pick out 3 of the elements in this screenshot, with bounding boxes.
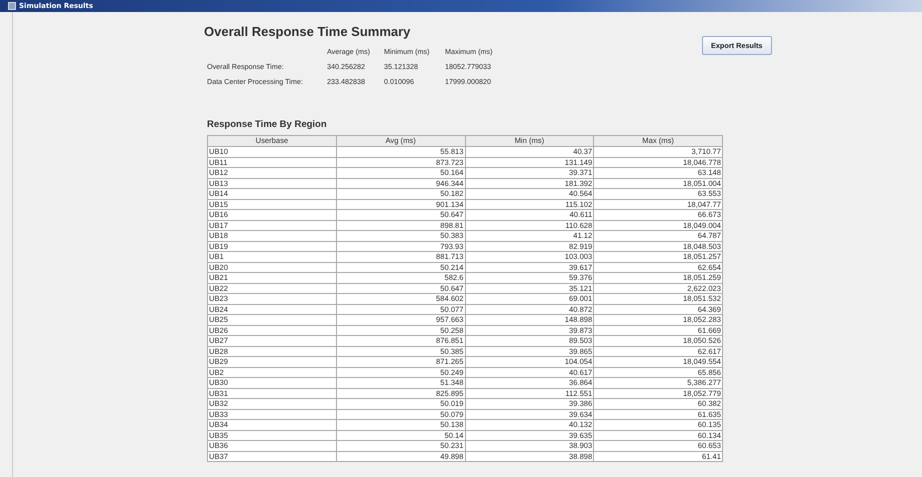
summary-title: Overall Response Time Summary <box>204 24 412 39</box>
region-title: Response Time By Region <box>207 119 328 130</box>
app-icon <box>8 2 16 10</box>
